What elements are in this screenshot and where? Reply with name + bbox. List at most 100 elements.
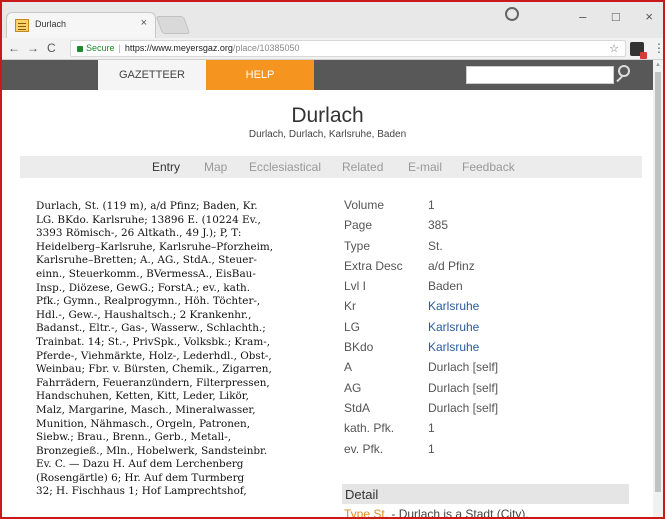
url-path: /place/10385050 [232, 43, 300, 53]
scan-line: Malz, Margarine, Masch., Mineralwasser, [36, 403, 256, 416]
scan-line: Trainbat. 14; St.-, PrivSpk., Volksbk.; … [36, 335, 271, 348]
scan-line: Munition, Nähmasch., Orgeln, Patronen, [36, 417, 251, 430]
info-key: AG [344, 380, 362, 395]
scan-line: Badanst., Eltr.-, Gas-, Wasserw., Schlac… [36, 322, 266, 335]
info-key: Type [344, 238, 371, 253]
info-key: BKdo [344, 340, 374, 355]
scan-line: Durlach, St. (119 m), a/d Pfinz; Baden, … [36, 200, 258, 212]
type-link[interactable]: Type St. [344, 507, 388, 517]
page-subtitle: Durlach, Durlach, Karlsruhe, Baden [248, 129, 407, 140]
info-value: Baden [428, 279, 463, 294]
scan-line: Bronzegieß., Mln., Hobelwerk, Sandsteinb… [36, 444, 268, 457]
detail-heading: Detail [342, 484, 629, 504]
secure-label: Secure [86, 43, 115, 53]
scan-line: 3393 Römisch-, 26 Altkath., 49 J.); P, T… [36, 227, 242, 240]
scroll-up-icon[interactable]: ▲ [655, 62, 661, 68]
info-row: Extra Desc a/d Pfinz [344, 259, 634, 279]
info-row: BKdo Karlsruhe [344, 340, 634, 360]
search-input[interactable] [466, 66, 614, 84]
url-host: https://www.meyersgaz.org [124, 43, 233, 53]
info-key: StdA [344, 400, 371, 415]
forward-button[interactable]: → [27, 41, 39, 55]
info-value-link[interactable]: Karlsruhe [428, 340, 479, 354]
info-key: A [344, 360, 353, 375]
scan-line: Handschuhen, Ketten, Kitt, Leder, Likör, [36, 390, 249, 403]
tab-title: Durlach [35, 19, 67, 29]
scan-line: Pfk.; Gymn., Realprogymn., Höh. Töchter-… [36, 295, 261, 308]
scan-line: Ev. C. — Dazu H. Auf dem Lerchenberg [36, 458, 244, 471]
bookmark-star-icon[interactable]: ☆ [609, 42, 619, 55]
info-row: StdA Durlach [self] [344, 401, 634, 421]
scan-line: Siebw.; Brau., Brenn., Gerb., Metall-, [36, 431, 232, 444]
browser-window: Durlach × – □ × ← → C Secure | https://www… [0, 0, 665, 519]
info-value: Durlach [self] [428, 400, 499, 415]
info-value: a/d Pfinz [428, 258, 475, 273]
back-button[interactable]: ← [8, 41, 20, 55]
info-value: 1 [428, 421, 435, 436]
scan-line: Fahrrädern, Feueranzündern, Filterpresse… [36, 376, 270, 389]
info-row: Page 385 [344, 218, 634, 238]
info-key: kath. Pfk. [344, 421, 395, 436]
entry-info-table: Volume 1 Page 385 Type St. Extra Desc a/d Pfinz… [344, 198, 634, 462]
site-nav-bar: GAZETTEER HELP [2, 60, 653, 90]
info-key: Extra Desc [344, 258, 403, 273]
new-tab-button[interactable] [155, 16, 191, 34]
reload-button[interactable]: C [47, 41, 56, 55]
scrollbar-thumb[interactable] [655, 72, 661, 492]
tab-strip: Durlach × – □ × [2, 2, 663, 38]
info-row: Type St. [344, 239, 634, 259]
tab-map[interactable]: Map [204, 160, 227, 174]
page-favicon-icon [15, 19, 29, 32]
scan-line: Karlsruhe–Bretten; A., AG., StdA., Steue… [36, 254, 257, 267]
url-bar[interactable]: Secure | https://www.meyersgaz.org/place/1… [70, 40, 626, 57]
detail-text: Type St. - Durlach is a Stadt (City). [344, 507, 529, 517]
entry-subnav: Entry Map Ecclesiastical Related E-mail … [20, 156, 642, 178]
info-key: Kr [344, 299, 356, 314]
search-icon[interactable] [618, 65, 630, 77]
info-row: LG Karlsruhe [344, 320, 634, 340]
scan-line: Hdl.-, Gew.-, Haushaltsch.; 2 Krankenhr.… [36, 308, 252, 321]
info-value: 385 [428, 218, 449, 233]
browser-tab[interactable]: Durlach × [6, 12, 156, 38]
maximize-button[interactable]: □ [612, 9, 620, 24]
tab-related[interactable]: Related [342, 160, 383, 174]
info-key: Volume [344, 198, 385, 212]
info-value: 1 [428, 198, 435, 212]
scan-line: 32; H. Fischhaus 1; Hof Lamprechtshof, [36, 485, 247, 498]
nav-gazetteer[interactable]: GAZETTEER [98, 60, 206, 90]
tab-feedback[interactable]: Feedback [462, 160, 515, 174]
scan-line: Insp., Diözese, GewG.; ForstA.; ev., kat… [36, 281, 251, 294]
scan-line: LG. BKdo. Karlsruhe; 13896 E. (10224 Ev.… [36, 213, 261, 226]
info-key: Lvl I [344, 279, 367, 294]
info-row: AG Durlach [self] [344, 381, 634, 401]
info-key: ev. Pfk. [344, 441, 384, 456]
info-row: kath. Pfk. 1 [344, 421, 634, 441]
place-heading: Durlach Durlach, Durlach, Karlsruhe, Bad… [2, 104, 653, 140]
address-toolbar: ← → C Secure | https://www.meyersgaz.org/p… [2, 38, 663, 60]
lock-icon [77, 45, 83, 52]
info-row: Volume 1 [344, 198, 634, 218]
extension-icon[interactable] [630, 42, 647, 59]
info-row: Lvl I Baden [344, 279, 634, 299]
info-value: Durlach [self] [428, 360, 499, 375]
tab-ecclesiastical[interactable]: Ecclesiastical [249, 160, 321, 174]
info-row: Kr Karlsruhe [344, 299, 634, 319]
tab-close-icon[interactable]: × [141, 17, 147, 29]
page-title: Durlach [291, 104, 364, 127]
info-row: ev. Pfk. 1 [344, 442, 634, 462]
scan-line: Pferde-, Viehmärkte, Holz-, Lederhdl., O… [36, 349, 272, 362]
minimize-button[interactable]: – [579, 9, 586, 24]
info-value: Durlach [self] [428, 380, 499, 395]
scan-line: (Rosengärtle) 6; Hr. Auf dem Turmberg [36, 471, 245, 484]
scan-line: einn., Steuerkomm., BVermessA., EisBau- [36, 267, 256, 280]
info-value-link[interactable]: Karlsruhe [428, 299, 479, 313]
info-row: A Durlach [self] [344, 360, 634, 380]
tab-entry[interactable]: Entry [152, 160, 180, 174]
page-scrollbar[interactable]: ▲ [653, 60, 663, 517]
profile-icon[interactable] [505, 7, 519, 21]
close-window-button[interactable]: × [645, 9, 653, 24]
nav-help[interactable]: HELP [206, 60, 314, 90]
info-value-link[interactable]: Karlsruhe [428, 320, 479, 334]
browser-menu-icon[interactable]: ⋮ [653, 41, 663, 55]
tab-email[interactable]: E-mail [408, 160, 442, 174]
